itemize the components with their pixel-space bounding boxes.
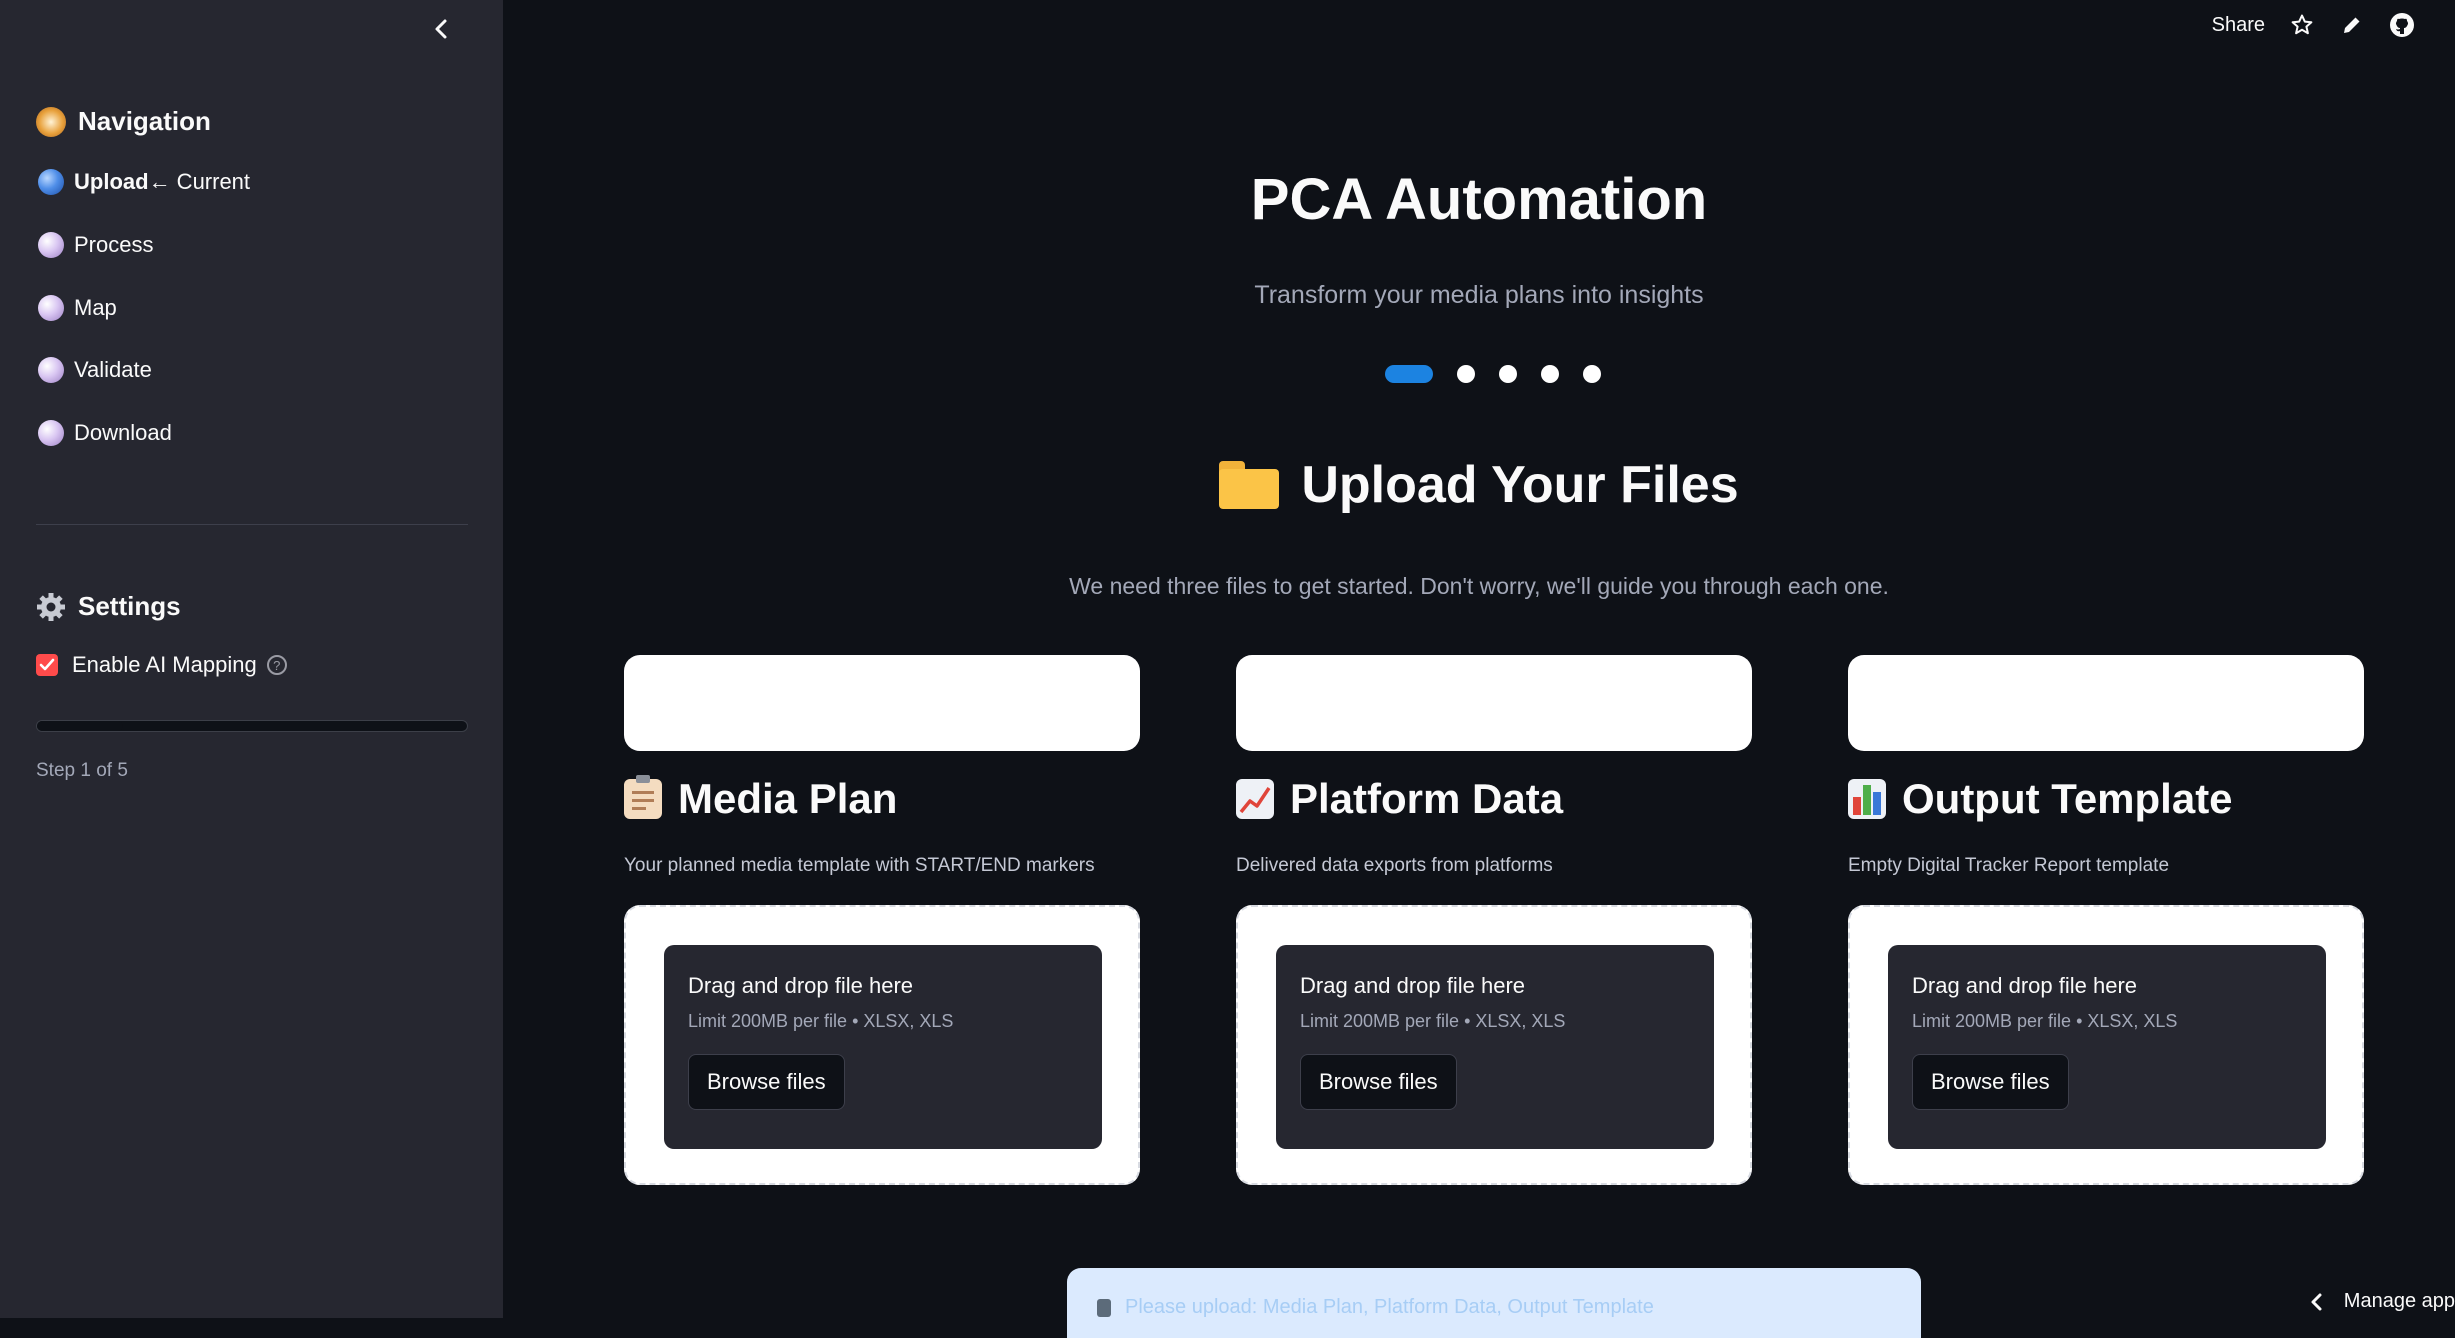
sidebar-item-upload[interactable]: Upload ← Current xyxy=(38,169,250,195)
sidebar-item-process[interactable]: Process xyxy=(38,232,153,258)
info-icon xyxy=(1097,1298,1111,1317)
column-banner xyxy=(1848,655,2364,751)
page-title: PCA Automation xyxy=(1250,167,1708,232)
github-icon[interactable] xyxy=(2389,12,2415,38)
chart-increasing-icon xyxy=(1236,779,1274,819)
navigation-heading: Navigation xyxy=(36,106,211,137)
dropzone-limit: Limit 200MB per file • XLSX, XLS xyxy=(688,1011,954,1031)
manage-app-label: Manage app xyxy=(2343,1290,2455,1312)
upload-title: Platform Data xyxy=(1236,771,1752,827)
navigation-title: Navigation xyxy=(78,106,211,136)
upload-column-output-template: Output Template Empty Digital Tracker Re… xyxy=(1848,655,2364,1185)
current-indicator: ← Current xyxy=(148,169,251,194)
header-toolbar: Share xyxy=(2212,8,2415,42)
upload-title: Media Plan xyxy=(624,771,1140,827)
file-uploader: Drag and drop file here Limit 200MB per … xyxy=(1236,905,1752,1185)
step-dot xyxy=(1583,365,1601,383)
step-dot xyxy=(1541,365,1559,383)
edit-icon[interactable] xyxy=(2339,12,2365,38)
browse-files-button[interactable]: Browse files xyxy=(1912,1054,2069,1110)
upload-description: Delivered data exports from platforms xyxy=(1236,855,1553,876)
step-dot xyxy=(1457,365,1475,383)
step-dot-active xyxy=(1385,365,1433,383)
star-icon[interactable] xyxy=(2289,12,2315,38)
checkmark-icon xyxy=(39,658,55,671)
ai-mapping-label[interactable]: Enable AI Mapping xyxy=(72,652,257,678)
step-indicator xyxy=(1385,365,1601,383)
settings-title: Settings xyxy=(78,591,181,621)
dropzone-limit: Limit 200MB per file • XLSX, XLS xyxy=(1912,1011,2178,1031)
dropzone-title: Drag and drop file here xyxy=(1912,973,2138,998)
file-uploader: Drag and drop file here Limit 200MB per … xyxy=(624,905,1140,1185)
nav-status-dot-icon xyxy=(38,169,64,195)
nav-status-dot-icon xyxy=(38,232,64,258)
compass-icon xyxy=(36,106,66,137)
column-banner xyxy=(1236,655,1752,751)
gear-icon xyxy=(37,592,65,621)
sidebar-item-label: Process xyxy=(74,232,154,257)
step-counter: Step 1 of 5 xyxy=(36,760,128,781)
ai-mapping-checkbox-row: Enable AI Mapping ? xyxy=(36,652,287,678)
section-description: We need three files to get started. Don'… xyxy=(1069,573,1889,599)
share-button[interactable]: Share xyxy=(2212,14,2265,37)
dropzone-limit: Limit 200MB per file • XLSX, XLS xyxy=(1300,1011,1566,1031)
dropzone[interactable]: Drag and drop file here Limit 200MB per … xyxy=(1276,945,1714,1149)
sidebar: Navigation Upload ← Current Process Map … xyxy=(0,0,503,1318)
progress-bar xyxy=(36,720,468,732)
sidebar-item-label: Validate xyxy=(74,357,152,382)
manage-app-button[interactable]: Manage app xyxy=(2310,1290,2455,1313)
dropzone-title: Drag and drop file here xyxy=(688,973,914,998)
section-heading: Upload Your Files xyxy=(503,455,2455,515)
collapse-sidebar-button[interactable] xyxy=(426,14,456,44)
bar-chart-icon xyxy=(1848,779,1886,819)
browse-files-button[interactable]: Browse files xyxy=(688,1054,845,1110)
nav-status-dot-icon xyxy=(38,295,64,321)
upload-description: Empty Digital Tracker Report template xyxy=(1848,855,2170,876)
sidebar-item-label: Upload xyxy=(74,169,149,194)
dropzone-title: Drag and drop file here xyxy=(1300,973,1526,998)
file-uploader: Drag and drop file here Limit 200MB per … xyxy=(1848,905,2364,1185)
settings-heading: Settings xyxy=(36,591,181,622)
page-subtitle: Transform your media plans into insights xyxy=(1254,281,1704,309)
sidebar-item-map[interactable]: Map xyxy=(38,295,117,321)
sidebar-item-label: Download xyxy=(74,420,172,445)
section-title: Upload Your Files xyxy=(1301,456,1739,514)
upload-description: Your planned media template with START/E… xyxy=(624,855,1095,876)
info-alert: Please upload: Media Plan, Platform Data… xyxy=(1067,1268,1921,1338)
ai-mapping-checkbox[interactable] xyxy=(36,654,58,676)
browse-files-button[interactable]: Browse files xyxy=(1300,1054,1457,1110)
sidebar-divider xyxy=(36,524,468,525)
upload-column-media-plan: Media Plan Your planned media template w… xyxy=(624,655,1140,1185)
sidebar-item-download[interactable]: Download xyxy=(38,420,172,446)
upload-column-platform-data: Platform Data Delivered data exports fro… xyxy=(1236,655,1752,1185)
folder-icon xyxy=(1219,461,1280,509)
upload-title: Output Template xyxy=(1848,771,2364,827)
step-dot xyxy=(1499,365,1517,383)
nav-status-dot-icon xyxy=(38,420,64,446)
chevron-left-icon xyxy=(2311,1293,2322,1310)
column-banner xyxy=(624,655,1140,751)
dropzone[interactable]: Drag and drop file here Limit 200MB per … xyxy=(664,945,1102,1149)
help-icon[interactable]: ? xyxy=(266,655,287,675)
nav-status-dot-icon xyxy=(38,357,64,383)
dropzone[interactable]: Drag and drop file here Limit 200MB per … xyxy=(1888,945,2326,1149)
sidebar-item-validate[interactable]: Validate xyxy=(38,357,152,383)
info-message: Please upload: Media Plan, Platform Data… xyxy=(1125,1296,1654,1318)
sidebar-item-label: Map xyxy=(74,295,117,320)
chevron-left-icon xyxy=(435,19,447,39)
progress-bar-fill xyxy=(37,721,123,731)
clipboard-icon xyxy=(624,775,662,819)
